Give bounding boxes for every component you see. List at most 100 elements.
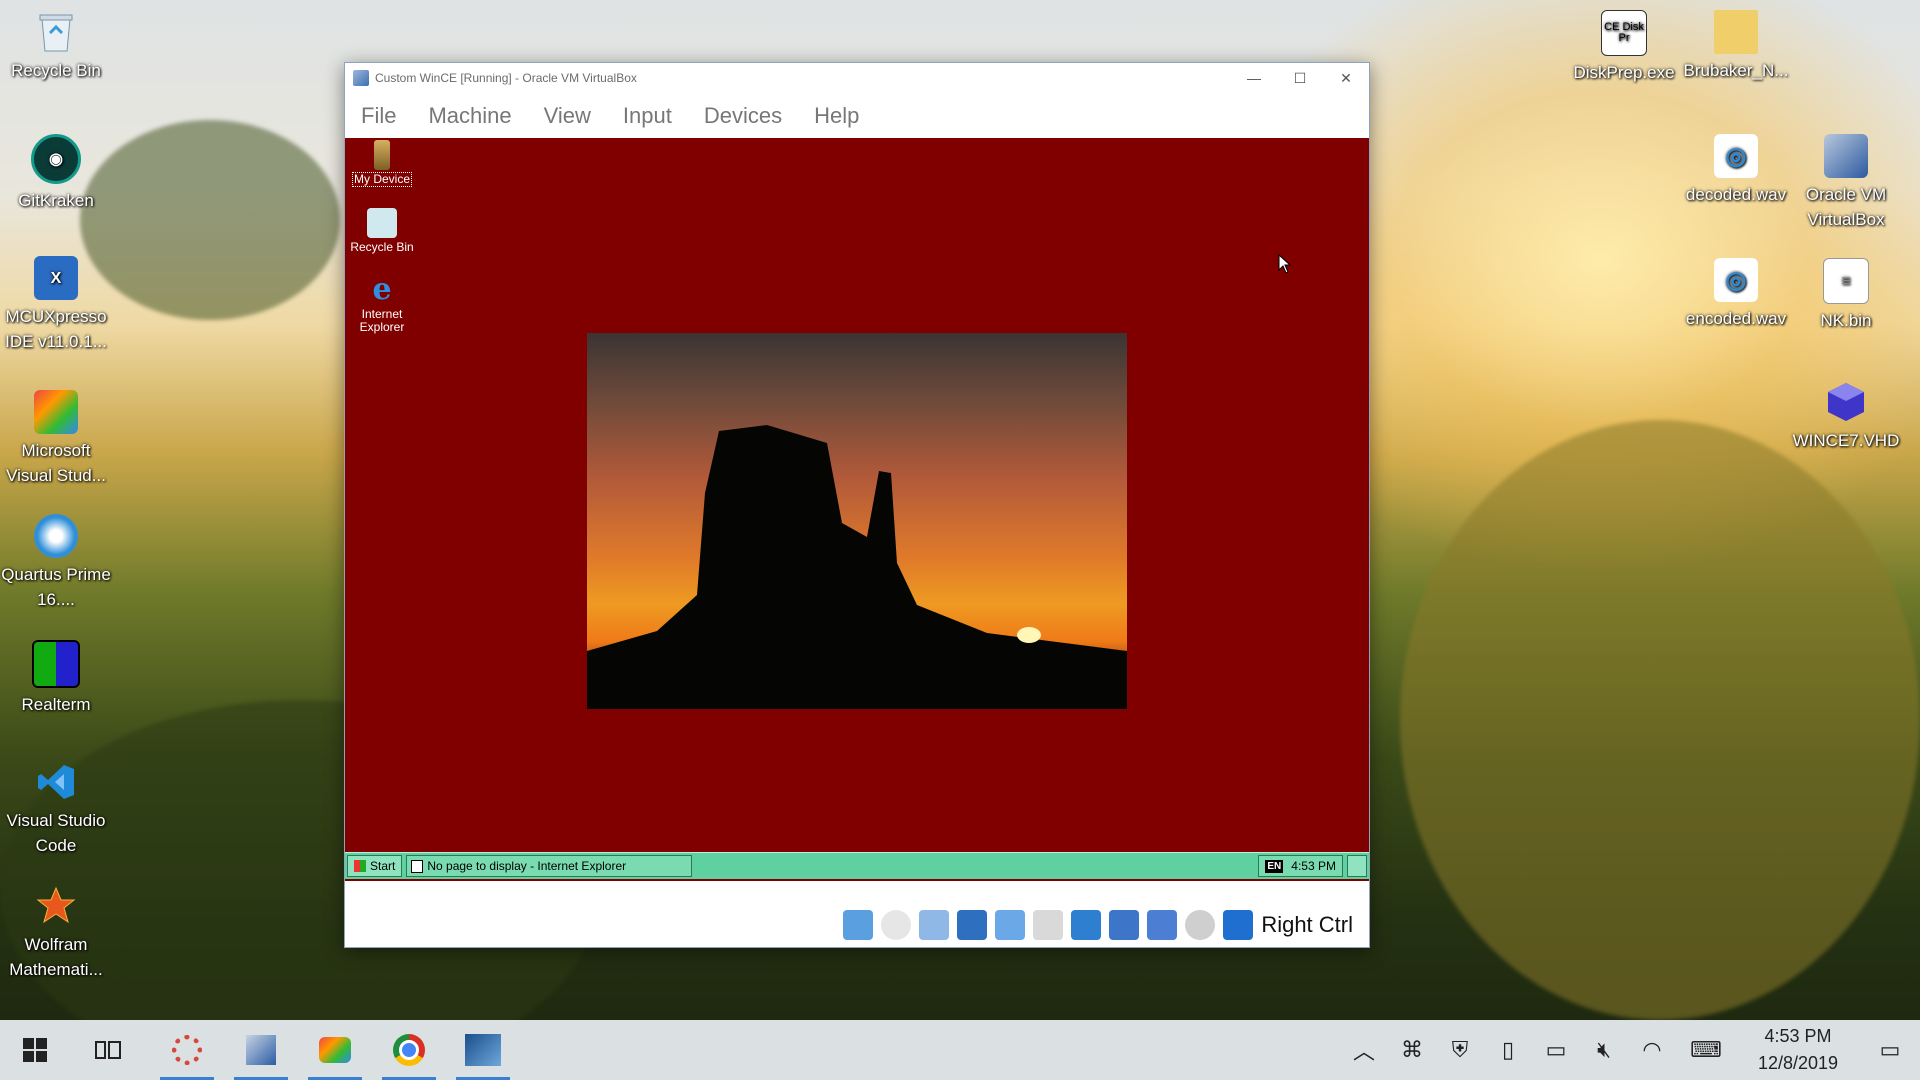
desktop-icon-nk-bin[interactable]: ≡ NK.bin <box>1790 258 1902 333</box>
host-key-icon[interactable] <box>1223 910 1254 940</box>
guest-tray: EN 4:53 PM <box>1258 855 1343 877</box>
menu-machine[interactable]: Machine <box>428 103 511 129</box>
realterm-icon <box>32 640 80 688</box>
start-button[interactable]: Start <box>347 855 403 877</box>
foliage-decoration <box>1400 420 1920 1020</box>
page-icon <box>411 859 424 873</box>
windows-logo-icon <box>23 1038 47 1062</box>
folder-zip-icon <box>1714 10 1758 54</box>
emulator-icon <box>465 1034 501 1066</box>
desktop-icon-mcuxpresso[interactable]: X MCUXpresso IDE v11.0.1... <box>0 256 112 354</box>
desktop-icon-mathematica[interactable]: Wolfram Mathemati... <box>0 884 112 982</box>
virtualbox-window: Custom WinCE [Running] - Oracle VM Virtu… <box>344 62 1370 948</box>
wifi-icon[interactable]: ◠ <box>1628 1020 1676 1080</box>
taskbar-app-emulator[interactable] <box>452 1020 514 1080</box>
video-capture-icon[interactable] <box>1109 910 1140 940</box>
menu-view[interactable]: View <box>544 103 591 129</box>
removable-drive-icon[interactable]: ▯ <box>1484 1020 1532 1080</box>
cpu-icon[interactable] <box>1147 910 1178 940</box>
desktop-icon-realterm[interactable]: Realterm <box>0 640 112 717</box>
optical-drive-icon[interactable] <box>881 910 912 940</box>
desktop-icon-visual-studio[interactable]: Microsoft Visual Stud... <box>0 390 112 488</box>
taskbar-app-chrome[interactable] <box>378 1020 440 1080</box>
vhd-icon <box>1824 380 1868 424</box>
desktop-icon-encoded-wav[interactable]: ◎ encoded.wav <box>1680 258 1792 331</box>
guest-icon-internet-explorer[interactable]: e Internet Explorer <box>345 275 419 334</box>
chrome-icon <box>393 1034 425 1066</box>
desktop-icon-wince7-vhd[interactable]: WINCE7.VHD <box>1790 380 1902 453</box>
volume-muted-icon[interactable]: 🔇︎ <box>1580 1020 1628 1080</box>
menu-bar: File Machine View Input Devices Help <box>345 93 1369 139</box>
mcuxpresso-icon: X <box>34 256 78 300</box>
menu-devices[interactable]: Devices <box>704 103 782 129</box>
desktop-icon-recycle-bin[interactable]: Recycle Bin <box>0 10 112 83</box>
maximize-button[interactable]: ☐ <box>1277 63 1323 93</box>
snipping-tool-icon <box>172 1035 202 1065</box>
desktop-icon-diskprep[interactable]: CE Disk Pr DiskPrep.exe <box>1568 10 1680 85</box>
audio-file-icon: ◎ <box>1714 134 1758 178</box>
task-view-icon <box>95 1041 121 1059</box>
chevron-up-icon[interactable]: ︿ <box>1340 1020 1388 1080</box>
quartus-icon <box>34 514 78 558</box>
window-titlebar[interactable]: Custom WinCE [Running] - Oracle VM Virtu… <box>345 63 1369 93</box>
file-icon: ≡ <box>1823 258 1869 304</box>
recycle-bin-icon <box>367 208 397 238</box>
system-tray: ︿ ⌘ ⛨ ▯ ▭ 🔇︎ ◠ ⌨ 4:53 PM 12/8/2019 ▭ <box>1340 1020 1920 1080</box>
taskbar-app-snipping[interactable] <box>156 1020 218 1080</box>
battery-icon[interactable]: ▭ <box>1532 1020 1580 1080</box>
taskbar-app-visual-studio[interactable] <box>304 1020 366 1080</box>
desktop-icon-gitkraken[interactable]: ◉ GitKraken <box>0 134 112 213</box>
status-bar: Right Ctrl <box>345 903 1369 947</box>
shield-icon[interactable]: ⛨ <box>1436 1020 1484 1080</box>
virtualbox-icon <box>246 1035 276 1065</box>
taskbar-button-ie[interactable]: No page to display - Internet Explorer <box>406 855 693 877</box>
virtualbox-icon <box>1824 134 1868 178</box>
desktop-icon-vscode[interactable]: Visual Studio Code <box>0 760 112 858</box>
clock[interactable]: 4:53 PM 12/8/2019 <box>1748 1023 1848 1077</box>
notifications-icon[interactable]: ▭ <box>1860 1020 1920 1080</box>
start-button[interactable] <box>0 1020 70 1080</box>
host-key-label: Right Ctrl <box>1261 912 1353 937</box>
close-button[interactable]: ✕ <box>1323 63 1369 93</box>
vscode-icon <box>34 760 78 804</box>
taskbar-app-virtualbox[interactable] <box>230 1020 292 1080</box>
wallpaper-image <box>587 333 1127 709</box>
visual-studio-icon <box>34 390 78 434</box>
desktop-icon-quartus[interactable]: Quartus Prime 16.... <box>0 514 112 612</box>
usb-icon[interactable] <box>995 910 1026 940</box>
foliage-decoration <box>80 120 340 320</box>
network-icon[interactable] <box>957 910 988 940</box>
help-icon[interactable] <box>1347 855 1367 877</box>
windows-flag-icon <box>354 860 366 872</box>
guest-screen[interactable]: My Device Recycle Bin e Internet Explore… <box>345 138 1369 881</box>
menu-input[interactable]: Input <box>623 103 672 129</box>
mouse-cursor-icon <box>1278 254 1292 274</box>
audio-icon[interactable] <box>919 910 950 940</box>
display-icon[interactable] <box>1071 910 1102 940</box>
minimize-button[interactable]: — <box>1231 63 1277 93</box>
virtualbox-icon <box>353 70 369 86</box>
internet-explorer-icon: e <box>372 272 392 307</box>
task-view-button[interactable] <box>70 1020 146 1080</box>
desktop-icon-brubaker[interactable]: Brubaker_N... <box>1680 10 1792 83</box>
mathematica-icon <box>34 884 78 928</box>
audio-file-icon: ◎ <box>1714 258 1758 302</box>
mouse-integration-icon[interactable] <box>1185 910 1216 940</box>
shared-folders-icon[interactable] <box>1033 910 1064 940</box>
window-title: Custom WinCE [Running] - Oracle VM Virtu… <box>375 71 637 85</box>
menu-file[interactable]: File <box>361 103 396 129</box>
desktop-icon-virtualbox[interactable]: Oracle VM VirtualBox <box>1790 134 1902 232</box>
guest-icon-my-device[interactable]: My Device <box>345 140 419 187</box>
keyboard-icon[interactable]: ⌨ <box>1676 1020 1736 1080</box>
device-icon <box>374 140 390 170</box>
menu-help[interactable]: Help <box>814 103 859 129</box>
guest-icon-recycle-bin[interactable]: Recycle Bin <box>345 208 419 254</box>
guest-clock: 4:53 PM <box>1291 859 1336 873</box>
desktop-icon-decoded-wav[interactable]: ◎ decoded.wav <box>1680 134 1792 207</box>
recycle-bin-icon <box>34 10 78 54</box>
guest-taskbar: Start No page to display - Internet Expl… <box>345 852 1369 879</box>
usb-device-icon[interactable]: ⌘ <box>1388 1020 1436 1080</box>
language-indicator[interactable]: EN <box>1265 859 1284 873</box>
windows-taskbar: ︿ ⌘ ⛨ ▯ ▭ 🔇︎ ◠ ⌨ 4:53 PM 12/8/2019 ▭ <box>0 1020 1920 1080</box>
hard-disk-icon[interactable] <box>843 910 874 940</box>
